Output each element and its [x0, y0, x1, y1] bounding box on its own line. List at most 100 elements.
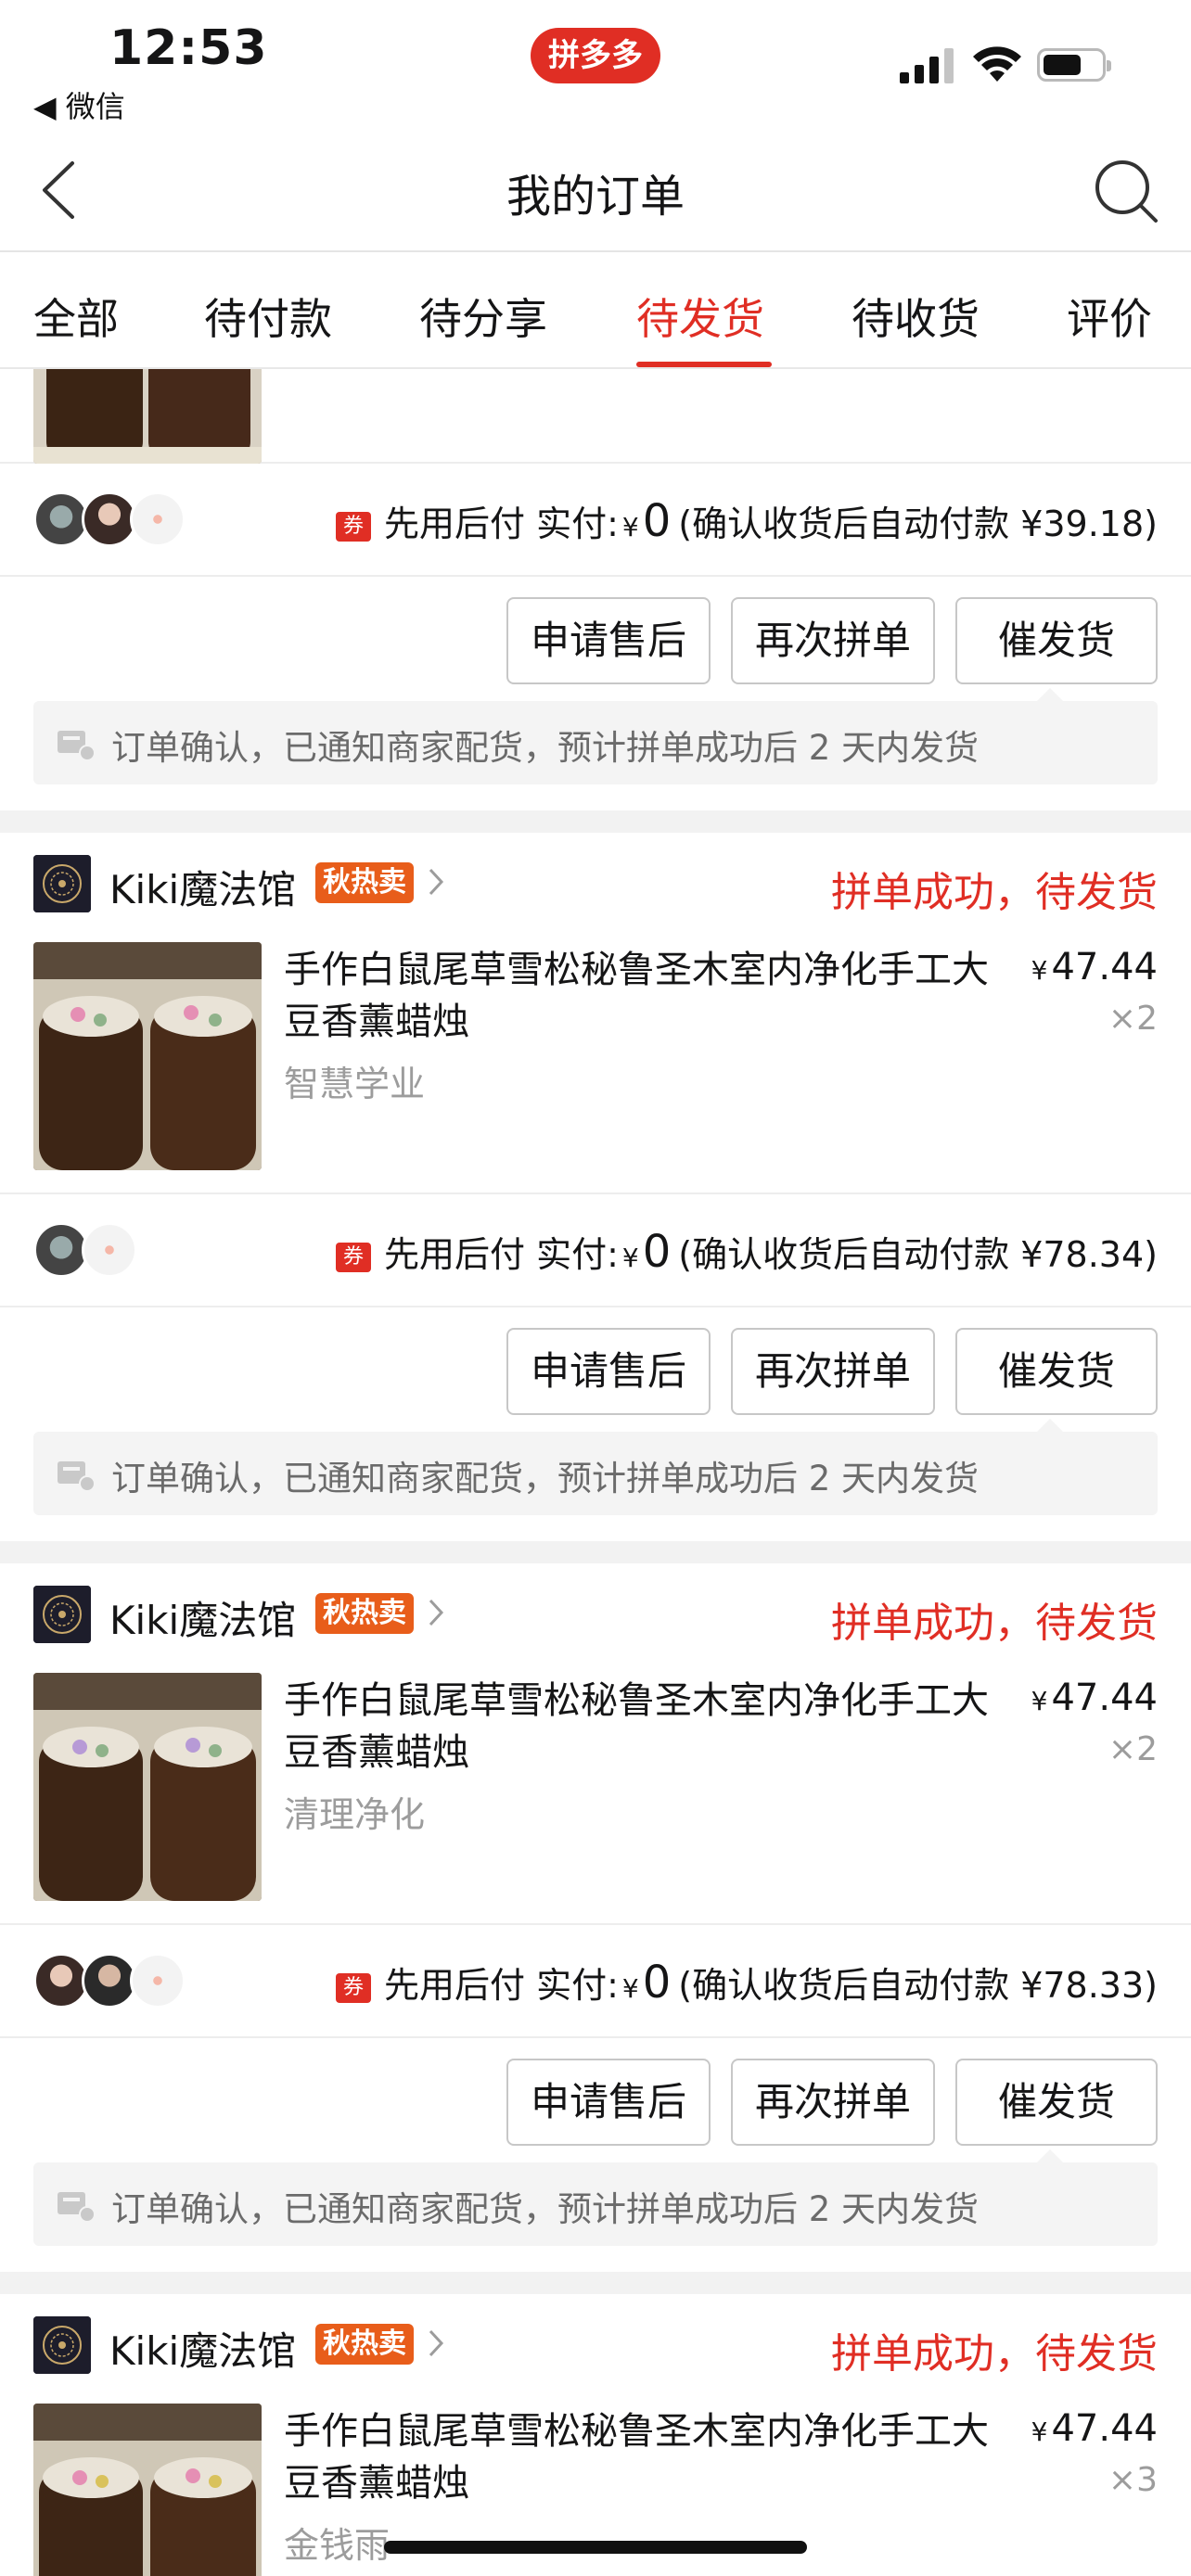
notice-text: 订单确认，已通知商家配货，预计拼单成功后 2 天内发货	[111, 1459, 980, 1498]
avatar	[82, 1222, 137, 1278]
order-status: 拼单成功，待发货	[831, 2330, 1158, 2378]
urge-shipment-button[interactable]: 催发货	[955, 1328, 1158, 1415]
shop-logo[interactable]	[33, 2316, 91, 2374]
tab-pending-share[interactable]: 待分享	[419, 286, 547, 347]
active-tab-underline	[636, 362, 772, 367]
status-time: 12:53	[109, 20, 268, 76]
tab-pending-payment[interactable]: 待付款	[204, 286, 332, 347]
avatar	[130, 1953, 186, 2009]
after-sales-button[interactable]: 申请售后	[506, 1328, 711, 1415]
product-image[interactable]	[33, 2404, 262, 2576]
pay-later-label: 先用后付 实付:	[384, 504, 619, 544]
action-buttons: 申请售后 再次拼单 催发货	[0, 2038, 1191, 2162]
coupon-icon: 券	[336, 1973, 372, 2003]
order-status: 拼单成功，待发货	[831, 869, 1158, 916]
shop-name[interactable]: Kiki魔法馆	[109, 859, 296, 915]
truck-icon	[58, 2192, 96, 2223]
currency-symbol: ¥	[621, 512, 639, 542]
shop-name[interactable]: Kiki魔法馆	[109, 1589, 296, 1646]
order-card: Kiki魔法馆 秋热卖 拼单成功，待发货 手作白鼠尾草雪松秘鲁圣木室内净化手工大…	[0, 833, 1191, 1541]
tab-pending-shipment[interactable]: 待发货	[636, 286, 764, 347]
currency-symbol: ¥	[621, 1243, 639, 1273]
shop-row[interactable]: Kiki魔法馆 秋热卖 拼单成功，待发货	[0, 833, 1191, 942]
shop-logo[interactable]	[33, 855, 91, 912]
nav-bar: 我的订单	[0, 130, 1191, 252]
auto-pay-note: (确认收货后自动付款 ¥78.34)	[678, 1234, 1158, 1275]
product-spec: 清理净化	[284, 1794, 426, 1835]
product-image[interactable]	[33, 369, 262, 464]
shop-row[interactable]: Kiki魔法馆 秋热卖 拼单成功，待发货	[0, 2294, 1191, 2404]
avatar	[130, 491, 186, 547]
truck-icon	[58, 731, 96, 761]
pay-later-label: 先用后付 实付:	[384, 1965, 619, 2006]
product-quantity: ×2	[1108, 1000, 1158, 1038]
avatar	[33, 1953, 89, 2009]
notice-text: 订单确认，已通知商家配货，预计拼单成功后 2 天内发货	[111, 728, 980, 768]
action-buttons: 申请售后 再次拼单 催发货	[0, 577, 1191, 701]
avatar	[33, 1222, 89, 1278]
payment-row: 券先用后付 实付: ¥0 (确认收货后自动付款 ¥39.18)	[0, 464, 1191, 577]
product-image[interactable]	[33, 942, 262, 1170]
tab-pending-receipt[interactable]: 待收货	[852, 286, 980, 347]
goods-row[interactable]: 手作白鼠尾草雪松秘鲁圣木室内净化手工大豆香薰蜡烛 智慧学业 ¥47.44 ×2	[0, 942, 1191, 1194]
order-card: Kiki魔法馆 秋热卖 拼单成功，待发货 手作白鼠尾草雪松秘鲁圣木室内净化手工大…	[0, 2294, 1191, 2576]
paid-amount: 0	[642, 1957, 672, 2009]
search-icon[interactable]	[1093, 158, 1159, 224]
product-price: ¥47.44	[1031, 2407, 1158, 2450]
truck-icon	[58, 1461, 96, 1492]
order-card: 券先用后付 实付: ¥0 (确认收货后自动付款 ¥39.18) 申请售后 再次拼单 …	[0, 369, 1191, 810]
chevron-right-icon[interactable]	[427, 2327, 445, 2359]
paid-amount: 0	[642, 1226, 672, 1278]
app-indicator-pill[interactable]: 拼多多	[531, 28, 660, 83]
regroup-button[interactable]: 再次拼单	[731, 597, 935, 684]
product-image[interactable]	[33, 1673, 262, 1901]
shipping-notice: 订单确认，已通知商家配货，预计拼单成功后 2 天内发货	[33, 1419, 1158, 1515]
battery-icon	[1037, 48, 1111, 82]
payment-row: 券先用后付 实付: ¥0 (确认收货后自动付款 ¥78.33)	[0, 1925, 1191, 2038]
product-price: ¥47.44	[1031, 1677, 1158, 1719]
auto-pay-note: (确认收货后自动付款 ¥39.18)	[678, 504, 1158, 544]
paid-amount: 0	[642, 495, 672, 547]
goods-row[interactable]: 手作白鼠尾草雪松秘鲁圣木室内净化手工大豆香薰蜡烛 清理净化 ¥47.44 ×2	[0, 1673, 1191, 1925]
pay-later-label: 先用后付 实付:	[384, 1234, 619, 1275]
urge-shipment-button[interactable]: 催发货	[955, 597, 1158, 684]
regroup-button[interactable]: 再次拼单	[731, 2059, 935, 2146]
avatar	[82, 491, 137, 547]
regroup-button[interactable]: 再次拼单	[731, 1328, 935, 1415]
goods-row[interactable]	[0, 369, 1191, 464]
coupon-icon: 券	[336, 512, 372, 542]
payment-summary: 券先用后付 实付: ¥0 (确认收货后自动付款 ¥39.18)	[336, 495, 1158, 547]
product-title[interactable]: 手作白鼠尾草雪松秘鲁圣木室内净化手工大豆香薰蜡烛	[284, 2405, 989, 2509]
tab-review[interactable]: 评价	[1067, 286, 1152, 347]
chevron-right-icon[interactable]	[427, 1597, 445, 1628]
shop-row[interactable]: Kiki魔法馆 秋热卖 拼单成功，待发货	[0, 1563, 1191, 1673]
currency-symbol: ¥	[621, 1973, 639, 2004]
chevron-right-icon[interactable]	[427, 866, 445, 898]
order-list: 券先用后付 实付: ¥0 (确认收货后自动付款 ¥39.18) 申请售后 再次拼单 …	[0, 369, 1191, 2576]
payment-row: 券先用后付 实付: ¥0 (确认收货后自动付款 ¥78.34)	[0, 1194, 1191, 1307]
hot-sale-badge: 秋热卖	[315, 1593, 414, 1634]
auto-pay-note: (确认收货后自动付款 ¥78.33)	[678, 1965, 1158, 2006]
shipping-notice: 订单确认，已通知商家配货，预计拼单成功后 2 天内发货	[33, 2149, 1158, 2246]
urge-shipment-button[interactable]: 催发货	[955, 2059, 1158, 2146]
product-title[interactable]: 手作白鼠尾草雪松秘鲁圣木室内净化手工大豆香薰蜡烛	[284, 1675, 989, 1779]
after-sales-button[interactable]: 申请售后	[506, 597, 711, 684]
payment-summary: 券先用后付 实付: ¥0 (确认收货后自动付款 ¥78.33)	[336, 1957, 1158, 2009]
page-title: 我的订单	[506, 171, 685, 223]
avatar	[33, 491, 89, 547]
back-to-wechat-link[interactable]: ◀ 微信	[33, 83, 125, 126]
home-indicator[interactable]	[384, 2541, 807, 2554]
status-bar: 12:53 ◀ 微信 拼多多	[0, 0, 1191, 130]
hot-sale-badge: 秋热卖	[315, 862, 414, 903]
after-sales-button[interactable]: 申请售后	[506, 2059, 711, 2146]
shop-logo[interactable]	[33, 1586, 91, 1643]
notice-text: 订单确认，已通知商家配货，预计拼单成功后 2 天内发货	[111, 2189, 980, 2229]
product-quantity: ×2	[1108, 1730, 1158, 1768]
shop-name[interactable]: Kiki魔法馆	[109, 2320, 296, 2377]
product-title[interactable]: 手作白鼠尾草雪松秘鲁圣木室内净化手工大豆香薰蜡烛	[284, 944, 989, 1048]
tab-all[interactable]: 全部	[33, 286, 119, 347]
order-tabs: 全部 待付款 待分享 待发货 待收货 评价	[0, 252, 1191, 369]
payment-summary: 券先用后付 实付: ¥0 (确认收货后自动付款 ¥78.34)	[336, 1226, 1158, 1278]
product-price: ¥47.44	[1031, 946, 1158, 988]
order-card: Kiki魔法馆 秋热卖 拼单成功，待发货 手作白鼠尾草雪松秘鲁圣木室内净化手工大…	[0, 1563, 1191, 2272]
